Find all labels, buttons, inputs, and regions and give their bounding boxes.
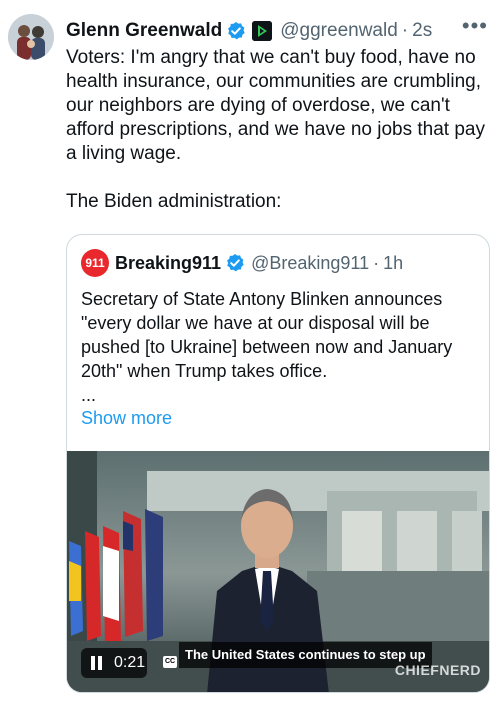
separator-dot: · [401,20,409,41]
quoted-tweet-text: Secretary of State Antony Blinken announ… [81,289,453,381]
quoted-author-handle[interactable]: @Breaking911 [251,253,369,274]
tweet-timestamp[interactable]: 2s [412,20,432,42]
show-more-link[interactable]: Show more [81,408,172,429]
more-horizontal-icon[interactable]: ••• [462,15,488,37]
quoted-avatar[interactable]: 911 [81,249,109,277]
quoted-author-name[interactable]: Breaking911 [115,253,221,274]
tweet-header: Glenn Greenwald @ggreenwald · 2s [66,18,432,44]
author-name[interactable]: Glenn Greenwald [66,20,222,42]
quoted-avatar-label: 911 [85,256,105,270]
quoted-tweet[interactable]: 911 Breaking911 @Breaking911 · 1h Secret… [66,234,490,693]
quoted-tweet-header: 911 Breaking911 @Breaking911 · 1h [81,249,403,277]
video-caption: The United States continues to step up [179,642,432,668]
quoted-verified-badge-icon [225,253,245,273]
quoted-separator-dot: · [373,252,380,273]
avatar[interactable] [8,14,54,60]
video-watermark: CHIEFNERD [394,662,481,678]
pause-icon[interactable] [90,656,104,670]
tweet-paragraph-2: The Biden administration: [66,191,282,212]
tweet: Glenn Greenwald @ggreenwald · 2s ••• Vot… [0,0,500,701]
verified-badge-icon [226,21,246,41]
playback-control[interactable]: 0:21 [81,648,147,678]
quoted-timestamp[interactable]: 1h [383,253,403,274]
video-timestamp: 0:21 [114,654,146,671]
tweet-paragraph-1: Voters: I'm angry that we can't buy food… [66,47,485,164]
tweet-text: Voters: I'm angry that we can't buy food… [66,46,486,238]
quoted-tweet-ellipsis: ... [81,385,97,405]
author-handle[interactable]: @ggreenwald [280,20,398,42]
video-player[interactable]: 0:21 The United States continues to step… [67,451,489,692]
closed-captions-icon[interactable]: CC [163,656,177,668]
affiliate-badge-icon [252,21,273,41]
